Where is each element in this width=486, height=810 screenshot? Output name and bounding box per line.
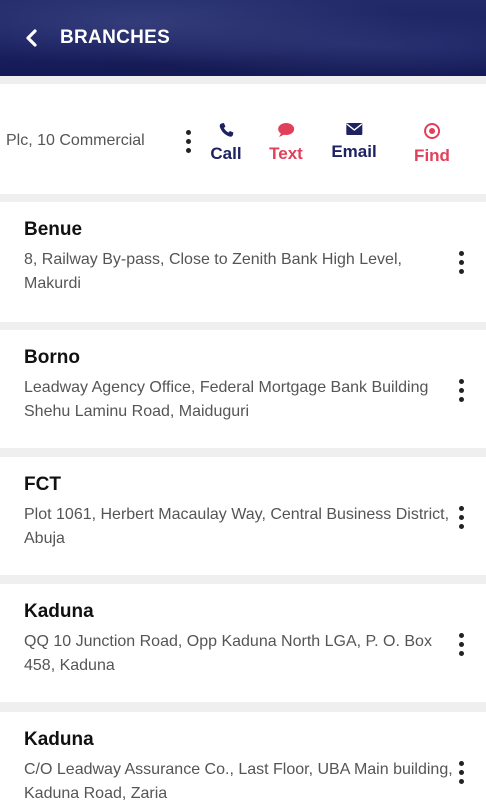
email-label: Email — [331, 142, 377, 161]
more-options-button[interactable] — [450, 375, 472, 405]
branch-name: FCT — [24, 474, 61, 495]
chevron-left-icon — [26, 29, 37, 47]
find-button[interactable]: Find — [414, 122, 450, 166]
call-label: Call — [210, 144, 242, 163]
text-label: Text — [269, 144, 303, 163]
phone-icon — [219, 123, 233, 137]
branch-address: C/O Leadway Assurance Co., Last Floor, U… — [24, 761, 453, 802]
branch-card[interactable]: FCT Plot 1061, Herbert Macaulay Way, Cen… — [0, 457, 486, 575]
branch-name: Borno — [24, 347, 80, 368]
more-options-button[interactable] — [177, 126, 199, 156]
branch-card[interactable]: Benue 8, Railway By-pass, Close to Zenit… — [0, 202, 486, 322]
hq-address: Plc, 10 Commercial — [6, 132, 145, 149]
target-icon — [423, 123, 440, 139]
more-options-button[interactable] — [450, 629, 472, 659]
text-button[interactable]: Text — [269, 122, 303, 164]
page-title: BRANCHES — [60, 27, 171, 48]
branch-address: Plot 1061, Herbert Macaulay Way, Central… — [24, 506, 450, 547]
branch-name: Benue — [24, 219, 83, 240]
more-options-button[interactable] — [450, 757, 472, 787]
divider — [0, 76, 486, 84]
branch-name: Kaduna — [24, 729, 94, 750]
branch-address: 8, Railway By-pass, Close to Zenith Bank… — [24, 251, 402, 292]
branch-address: Leadway Agency Office, Federal Mortgage … — [24, 379, 429, 420]
more-options-button[interactable] — [450, 247, 472, 277]
find-label: Find — [414, 146, 450, 165]
back-button[interactable] — [16, 23, 46, 53]
branch-card[interactable]: Kaduna QQ 10 Junction Road, Opp Kaduna N… — [0, 584, 486, 702]
branch-address: QQ 10 Junction Road, Opp Kaduna North LG… — [24, 633, 432, 674]
branch-card[interactable]: Kaduna C/O Leadway Assurance Co., Last F… — [0, 712, 486, 810]
more-options-button[interactable] — [450, 502, 472, 532]
branch-name: Kaduna — [24, 601, 94, 622]
hq-card: Plc, 10 Commercial Call Text Email Find — [0, 84, 486, 194]
chat-bubble-icon — [277, 123, 294, 137]
call-button[interactable]: Call — [210, 122, 242, 164]
email-button[interactable]: Email — [331, 122, 377, 162]
envelope-icon — [345, 123, 362, 135]
app-header: BRANCHES — [0, 0, 486, 76]
branch-card[interactable]: Borno Leadway Agency Office, Federal Mor… — [0, 330, 486, 448]
